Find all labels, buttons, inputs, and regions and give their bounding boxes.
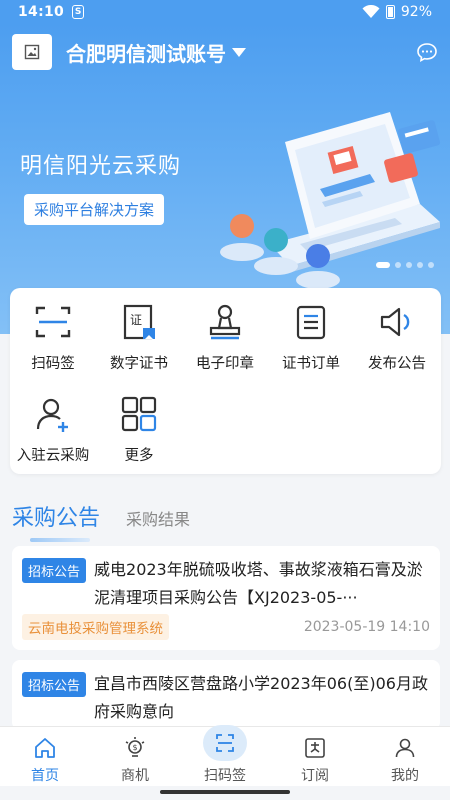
nav-subscribe[interactable]: 订阅 — [270, 727, 360, 786]
battery-icon — [385, 5, 395, 19]
service-label: 扫码签 — [31, 356, 75, 372]
carousel-indicator[interactable] — [376, 262, 434, 268]
svg-text:证: 证 — [130, 313, 142, 327]
carousel-dot[interactable] — [417, 262, 423, 268]
carousel-dot[interactable] — [376, 262, 390, 268]
carousel-dot[interactable] — [406, 262, 412, 268]
services-grid: 扫码签 证 数字证书 电子印章 证书订单 发布公告 入驻云采购 更多 — [10, 288, 441, 474]
tab-procurement-result[interactable]: 采购结果 — [126, 506, 190, 532]
service-label: 入驻云采购 — [16, 448, 90, 464]
nav-label: 订阅 — [301, 768, 329, 784]
scan-sign-icon — [35, 306, 71, 338]
profile-icon — [395, 738, 415, 758]
chevron-down-icon[interactable] — [232, 47, 246, 57]
digital-certificate-icon: 证 — [123, 304, 155, 340]
service-join[interactable]: 入驻云采购 — [10, 392, 96, 465]
banner-subtitle: 采购平台解决方案 — [24, 194, 165, 225]
certificate-order-icon — [296, 305, 326, 340]
list-item[interactable]: 招标公告 宜昌市西陵区营盘路小学2023年06(至)06月政府采购意向 — [12, 660, 440, 730]
more-grid-icon — [121, 396, 157, 432]
notice-source: 云南电投采购管理系统 — [22, 614, 169, 640]
image-placeholder-icon — [24, 44, 40, 60]
account-switcher[interactable]: 合肥明信测试账号 — [66, 38, 226, 67]
service-electronic-seal[interactable]: 电子印章 — [182, 300, 268, 373]
message-icon[interactable] — [416, 42, 438, 62]
service-label: 数字证书 — [110, 356, 168, 372]
service-scan-sign[interactable]: 扫码签 — [10, 300, 96, 373]
nav-label: 扫码签 — [204, 768, 246, 784]
notice-tabs: 采购公告 采购结果 — [12, 492, 190, 542]
notice-title: 宜昌市西陵区营盘路小学2023年06(至)06月政府采购意向 — [94, 674, 428, 721]
account-logo[interactable] — [12, 34, 52, 70]
tab-procurement-notice[interactable]: 采购公告 — [12, 500, 100, 542]
status-bar: 14:10 S 92% — [0, 0, 450, 24]
battery-level: 92% — [400, 4, 432, 20]
notice-tag: 招标公告 — [22, 672, 87, 697]
service-digital-certificate[interactable]: 证 数字证书 — [96, 300, 182, 373]
notice-title: 威电2023年脱硫吸收塔、事故浆液箱石膏及淤泥清理项目采购公告【XJ2023-0… — [94, 560, 423, 607]
home-indicator[interactable] — [160, 790, 290, 794]
scan-bubble[interactable] — [203, 725, 247, 761]
nav-scan[interactable]: 扫码签 — [180, 725, 270, 786]
service-more[interactable]: 更多 — [96, 392, 182, 465]
notice-tag: 招标公告 — [22, 558, 87, 583]
banner-title: 明信阳光云采购 — [20, 154, 182, 179]
nav-home[interactable]: 首页 — [0, 727, 90, 786]
top-bar: 合肥明信测试账号 — [12, 34, 438, 70]
subscribe-icon — [305, 738, 325, 758]
electronic-seal-icon — [209, 304, 241, 340]
service-certificate-order[interactable]: 证书订单 — [268, 300, 354, 373]
carousel-dot[interactable] — [428, 262, 434, 268]
nav-profile[interactable]: 我的 — [360, 727, 450, 786]
status-time: 14:10 — [18, 4, 65, 20]
sim-icon: S — [72, 5, 85, 19]
announce-icon — [380, 307, 410, 337]
bottom-nav: 首页 $ 商机 扫码签 订阅 我的 — [0, 725, 450, 786]
service-label: 更多 — [124, 448, 154, 464]
scan-icon — [216, 734, 234, 752]
add-user-icon — [36, 398, 68, 432]
service-label: 证书订单 — [282, 356, 340, 372]
service-announce[interactable]: 发布公告 — [354, 300, 440, 373]
notice-date: 2023-05-19 14:10 — [303, 619, 430, 635]
service-label: 发布公告 — [368, 356, 426, 372]
service-label: 电子印章 — [196, 356, 254, 372]
home-icon — [35, 738, 55, 758]
nav-label: 我的 — [391, 768, 419, 784]
nav-business[interactable]: $ 商机 — [90, 727, 180, 786]
bulb-icon: $ — [125, 737, 145, 757]
nav-label: 商机 — [121, 768, 149, 784]
svg-text:$: $ — [133, 743, 138, 752]
nav-label: 首页 — [31, 768, 59, 784]
wifi-icon — [362, 5, 380, 18]
list-item[interactable]: 招标公告 威电2023年脱硫吸收塔、事故浆液箱石膏及淤泥清理项目采购公告【XJ2… — [12, 546, 440, 650]
carousel-dot[interactable] — [395, 262, 401, 268]
